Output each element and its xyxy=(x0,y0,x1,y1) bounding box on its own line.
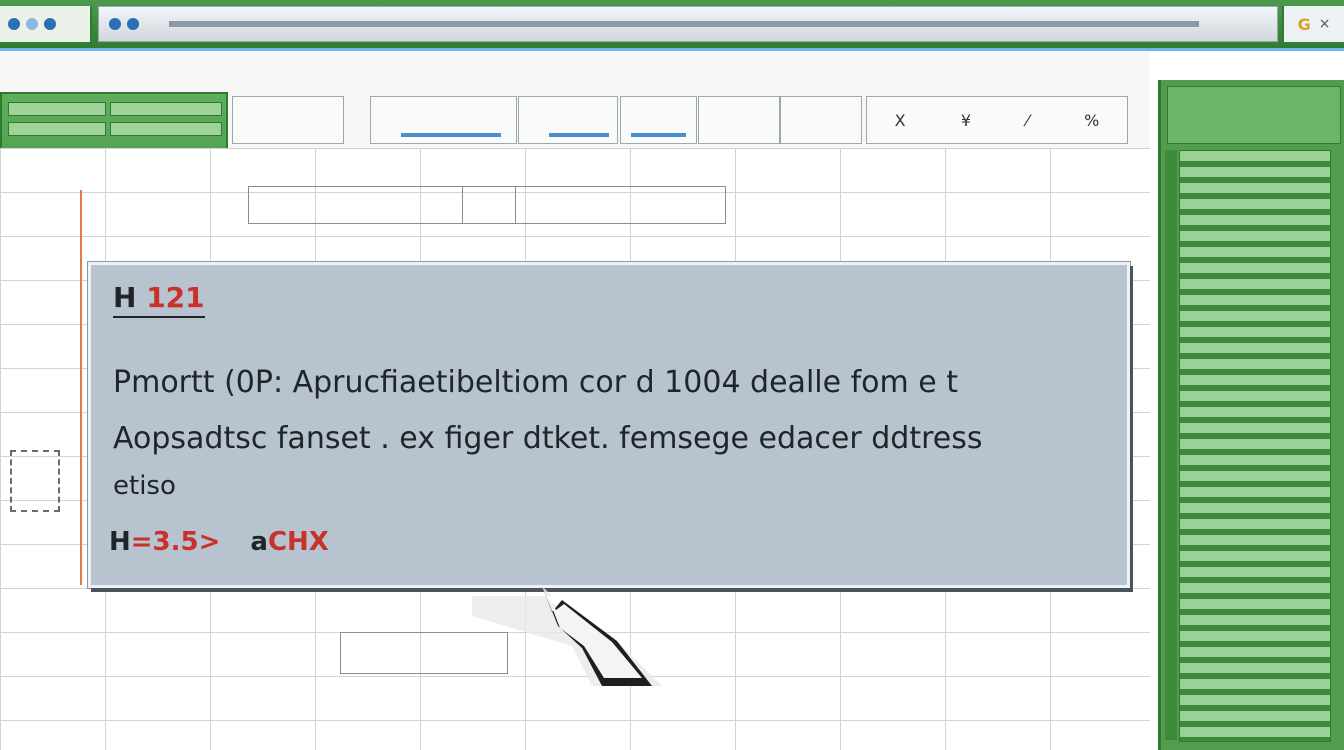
address-bar[interactable] xyxy=(98,6,1278,42)
footer-tag-value: CHX xyxy=(267,527,329,557)
task-pane-list[interactable] xyxy=(1179,150,1331,742)
row-header-marker xyxy=(10,450,60,512)
task-pane-scrollbar[interactable] xyxy=(1165,150,1177,740)
ribbon-button[interactable] xyxy=(8,122,106,136)
ribbon-underline xyxy=(631,133,686,137)
active-cell[interactable] xyxy=(462,186,516,224)
ribbon-button[interactable] xyxy=(110,122,222,136)
symbol-tab[interactable]: X xyxy=(895,111,906,130)
ribbon-underline xyxy=(549,133,609,137)
tooltip-heading: H 121 xyxy=(113,281,205,318)
ribbon-group-number[interactable] xyxy=(518,96,618,144)
ribbon-group-symbols[interactable]: X ¥ ⁄ % xyxy=(866,96,1128,144)
footer-tag-prefix: a xyxy=(250,527,268,557)
search-engine-icon[interactable]: G xyxy=(1298,15,1311,34)
ribbon-group-styles[interactable] xyxy=(620,96,697,144)
error-tooltip: H 121 Pmortt (0P: Aprucfiaetibeltiom cor… xyxy=(88,262,1130,588)
quick-access-toolbar[interactable] xyxy=(0,6,92,42)
column-guide xyxy=(80,190,82,585)
symbol-tab[interactable]: ¥ xyxy=(961,111,971,130)
info-icon xyxy=(109,18,121,30)
ribbon-group-editing[interactable] xyxy=(780,96,862,144)
footer-code-value: =3.5> xyxy=(130,527,221,557)
symbol-tab[interactable]: % xyxy=(1084,111,1099,130)
redo-icon[interactable] xyxy=(44,18,56,30)
window-title-bar: G × xyxy=(0,0,1344,51)
ribbon-group-cells[interactable] xyxy=(698,96,780,144)
refresh-icon[interactable] xyxy=(127,18,139,30)
task-pane-header[interactable] xyxy=(1167,86,1341,144)
ribbon-button[interactable] xyxy=(8,102,106,116)
mouse-pointer-icon xyxy=(472,586,662,686)
ribbon-tab-strip xyxy=(0,64,240,90)
tooltip-text-line: etiso xyxy=(113,471,176,501)
ribbon-group-alignment[interactable] xyxy=(370,96,517,144)
tooltip-text-line: Aopsadtsc fanset . ex figer dtket. femse… xyxy=(113,421,983,456)
ribbon-group-font[interactable] xyxy=(232,96,344,144)
window-controls: G × xyxy=(1282,6,1344,42)
task-pane xyxy=(1158,80,1344,750)
tooltip-heading-prefix: H xyxy=(113,281,137,314)
close-icon[interactable]: × xyxy=(1319,16,1331,32)
tooltip-text-line: Pmortt (0P: Aprucfiaetibeltiom cor d 100… xyxy=(113,365,959,400)
app-icon[interactable] xyxy=(8,18,20,30)
ribbon-button[interactable] xyxy=(110,102,222,116)
ribbon-underline xyxy=(401,133,501,137)
undo-icon[interactable] xyxy=(26,18,38,30)
address-text-placeholder xyxy=(169,21,1199,27)
symbol-tab[interactable]: ⁄ xyxy=(1026,111,1029,130)
tooltip-heading-number: 121 xyxy=(146,281,205,314)
footer-code-prefix: H xyxy=(109,527,131,557)
tooltip-footer: H=3.5> aCHX xyxy=(109,527,329,557)
